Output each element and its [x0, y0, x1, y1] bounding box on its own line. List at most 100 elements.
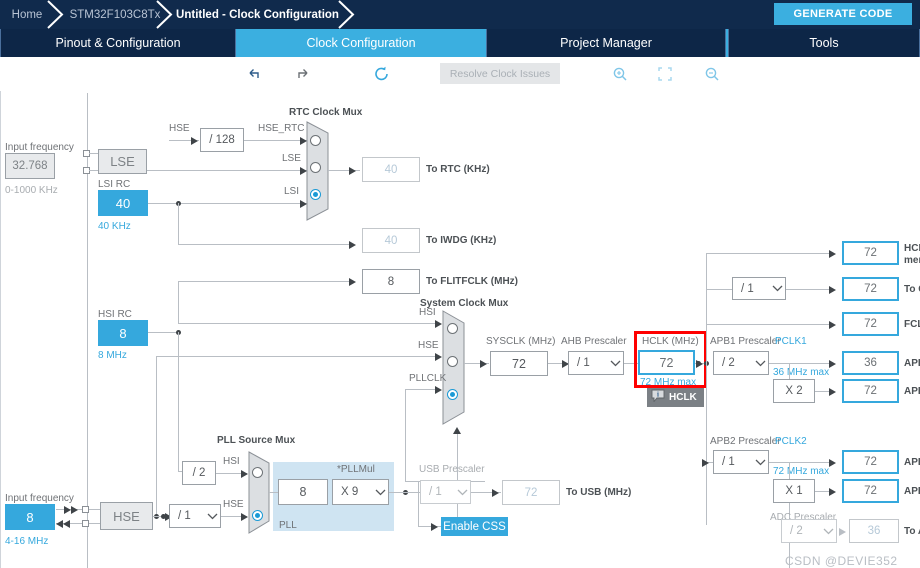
adc-prescaler-value: / 2 — [790, 525, 803, 537]
arrow-apb2-timer — [829, 487, 836, 496]
apb2-prescaler-select[interactable]: / 1 — [713, 450, 769, 474]
apb2-timer-multiplier: X 1 — [773, 479, 815, 503]
hse-divider-select[interactable]: / 1 — [169, 504, 221, 528]
generate-code-button[interactable]: GENERATE CODE — [774, 3, 912, 25]
lsi-rc-value[interactable]: 40 — [98, 190, 148, 216]
pll-label: PLL — [279, 520, 297, 531]
apb2-prescaler-title: APB2 Prescaler — [710, 436, 781, 447]
rtc-mux-option-lsi[interactable] — [310, 189, 321, 200]
adc-output-label: To ADC1,2 (MHz) — [904, 526, 920, 537]
to-rtc-label: To RTC (KHz) — [426, 164, 490, 175]
wire-css-riser — [418, 481, 419, 527]
breadcrumb-item-device[interactable]: STM32F103C8Tx — [60, 0, 170, 29]
tab-clock-configuration[interactable]: Clock Configuration — [238, 29, 484, 57]
hclk-tooltip-badge[interactable]: i HCLK — [647, 388, 704, 407]
output-fclk-label: FCLK Cortex clock (MHz) — [904, 319, 920, 330]
output-hclk-ahb-value[interactable]: 72 — [842, 241, 899, 265]
resolve-clock-issues-button[interactable]: Resolve Clock Issues — [440, 63, 560, 84]
apb2-peripheral-value[interactable]: 72 — [842, 450, 899, 474]
sysmux-option-hse[interactable] — [447, 356, 458, 367]
fit-to-screen-icon[interactable] — [653, 62, 677, 86]
pllmul-value: X 9 — [341, 486, 359, 498]
rtc-mux-option-hse-rtc[interactable] — [310, 135, 321, 146]
arrow-adc-out — [839, 527, 846, 536]
chevron-down-icon-7 — [372, 489, 388, 496]
usb-prescaler-title: USB Prescaler — [419, 464, 485, 475]
main-tab-bar: Pinout & Configuration Clock Configurati… — [0, 29, 920, 57]
chevron-down-icon-3 — [752, 360, 768, 367]
breadcrumb-item-current[interactable]: Untitled - Clock Configuration — [175, 0, 340, 29]
apb1-timer-label: APB1 timer clocks (MHz) — [904, 386, 920, 397]
apb2-timer-label: APB2 timer clocks (MHz) — [904, 486, 920, 497]
apb2-timer-value[interactable]: 72 — [842, 479, 899, 503]
tab-tools[interactable]: Tools — [728, 29, 920, 57]
wire-pllclk-riser — [405, 389, 406, 481]
to-rtc-value: 40 — [362, 157, 420, 182]
lse-block[interactable]: LSE — [98, 149, 147, 174]
lse-input-frequency-field[interactable]: 32.768 — [5, 153, 55, 179]
pllmul-select[interactable]: X 9 — [332, 479, 389, 505]
wire-lsi-to-mux — [148, 203, 307, 204]
wire-lse-to-mux — [147, 170, 307, 171]
rtc-mux-option-lse[interactable] — [310, 162, 321, 173]
pllmux-option-hsi[interactable] — [252, 467, 263, 478]
wire-fclk — [706, 324, 834, 325]
tab-project-manager[interactable]: Project Manager — [486, 29, 726, 57]
wire-pllmux-out — [269, 492, 278, 493]
pclk1-label: PCLK1 — [775, 336, 807, 347]
wire-hsi-branch-v — [178, 281, 179, 323]
breadcrumb-chevron-icon-3 — [337, 0, 363, 29]
apb1-peripheral-value[interactable]: 36 — [842, 351, 899, 375]
arrow-apb1-timer — [829, 387, 836, 396]
arrow-hse-out-1 — [56, 519, 63, 528]
lsi-rc-unit: 40 KHz — [98, 221, 131, 232]
adc-prescaler-select[interactable]: / 2 — [781, 519, 837, 543]
tab-pinout-configuration[interactable]: Pinout & Configuration — [0, 29, 236, 57]
zoom-in-icon[interactable] — [608, 62, 632, 86]
ahb-prescaler-value: / 1 — [577, 357, 590, 369]
lsi-wire-label: LSI — [284, 186, 300, 197]
output-fclk-value[interactable]: 72 — [842, 312, 899, 336]
arrow-cortex — [829, 285, 836, 294]
output-hclk-ahb-label-2: memory and DMA (MHz) — [904, 255, 920, 266]
hsi-rc-value[interactable]: 8 — [98, 320, 148, 346]
wire-hsi-out — [148, 332, 178, 333]
hse-input-range: 4-16 MHz — [5, 536, 49, 547]
sysclk-value: 72 — [490, 351, 548, 376]
hse-divider-input-label: HSE — [169, 123, 190, 134]
cortex-prescaler-select[interactable]: / 1 — [732, 277, 786, 300]
pll-input-value: 8 — [278, 479, 328, 505]
wire-to-usb-presc — [399, 492, 421, 493]
hse-block[interactable]: HSE — [100, 502, 153, 530]
clock-tree-canvas[interactable]: Input frequency 32.768 0-1000 KHz LSE LS… — [0, 91, 920, 568]
apb2-peripheral-label: APB2 peripheral clocks (MHz) — [904, 457, 920, 468]
hse-input-frequency-field[interactable]: 8 — [5, 504, 55, 530]
undo-icon[interactable] — [243, 62, 267, 86]
arrow-usb-out — [492, 488, 499, 497]
wire-pclk2 — [769, 462, 834, 463]
system-clock-mux-title: System Clock Mux — [420, 298, 509, 309]
sysmux-option-hsi[interactable] — [447, 323, 458, 334]
hclk-value[interactable]: 72 — [638, 350, 695, 375]
apb1-prescaler-select[interactable]: / 2 — [713, 351, 769, 375]
enable-css-button[interactable]: Enable CSS — [441, 517, 508, 536]
arrow-hclk-ahb — [829, 249, 836, 258]
hse-rtc-divider: / 128 — [200, 128, 244, 152]
sysmux-option-pllclk[interactable] — [447, 389, 458, 400]
output-cortex-timer-value[interactable]: 72 — [842, 277, 899, 301]
ahb-prescaler-select[interactable]: / 1 — [568, 351, 624, 375]
sysmux-input-hse-label: HSE — [418, 340, 439, 351]
arrow-pclk1 — [829, 359, 836, 368]
wire-lsi-to-iwdg — [178, 244, 354, 245]
wire-hsi-to-sysmux — [178, 323, 440, 324]
apb1-prescaler-value: / 2 — [722, 357, 735, 369]
usb-prescaler-select[interactable]: / 1 — [420, 480, 471, 504]
reset-icon[interactable] — [370, 62, 394, 86]
hclk-title: HCLK (MHz) — [642, 336, 699, 347]
zoom-out-icon[interactable] — [700, 62, 724, 86]
hse-terminal-top — [82, 506, 89, 513]
stm32cubemx-window: Home STM32F103C8Tx Untitled - Clock Conf… — [0, 0, 920, 568]
redo-icon[interactable] — [290, 62, 314, 86]
pllmux-option-hse[interactable] — [252, 510, 263, 521]
apb1-timer-value[interactable]: 72 — [842, 379, 899, 403]
